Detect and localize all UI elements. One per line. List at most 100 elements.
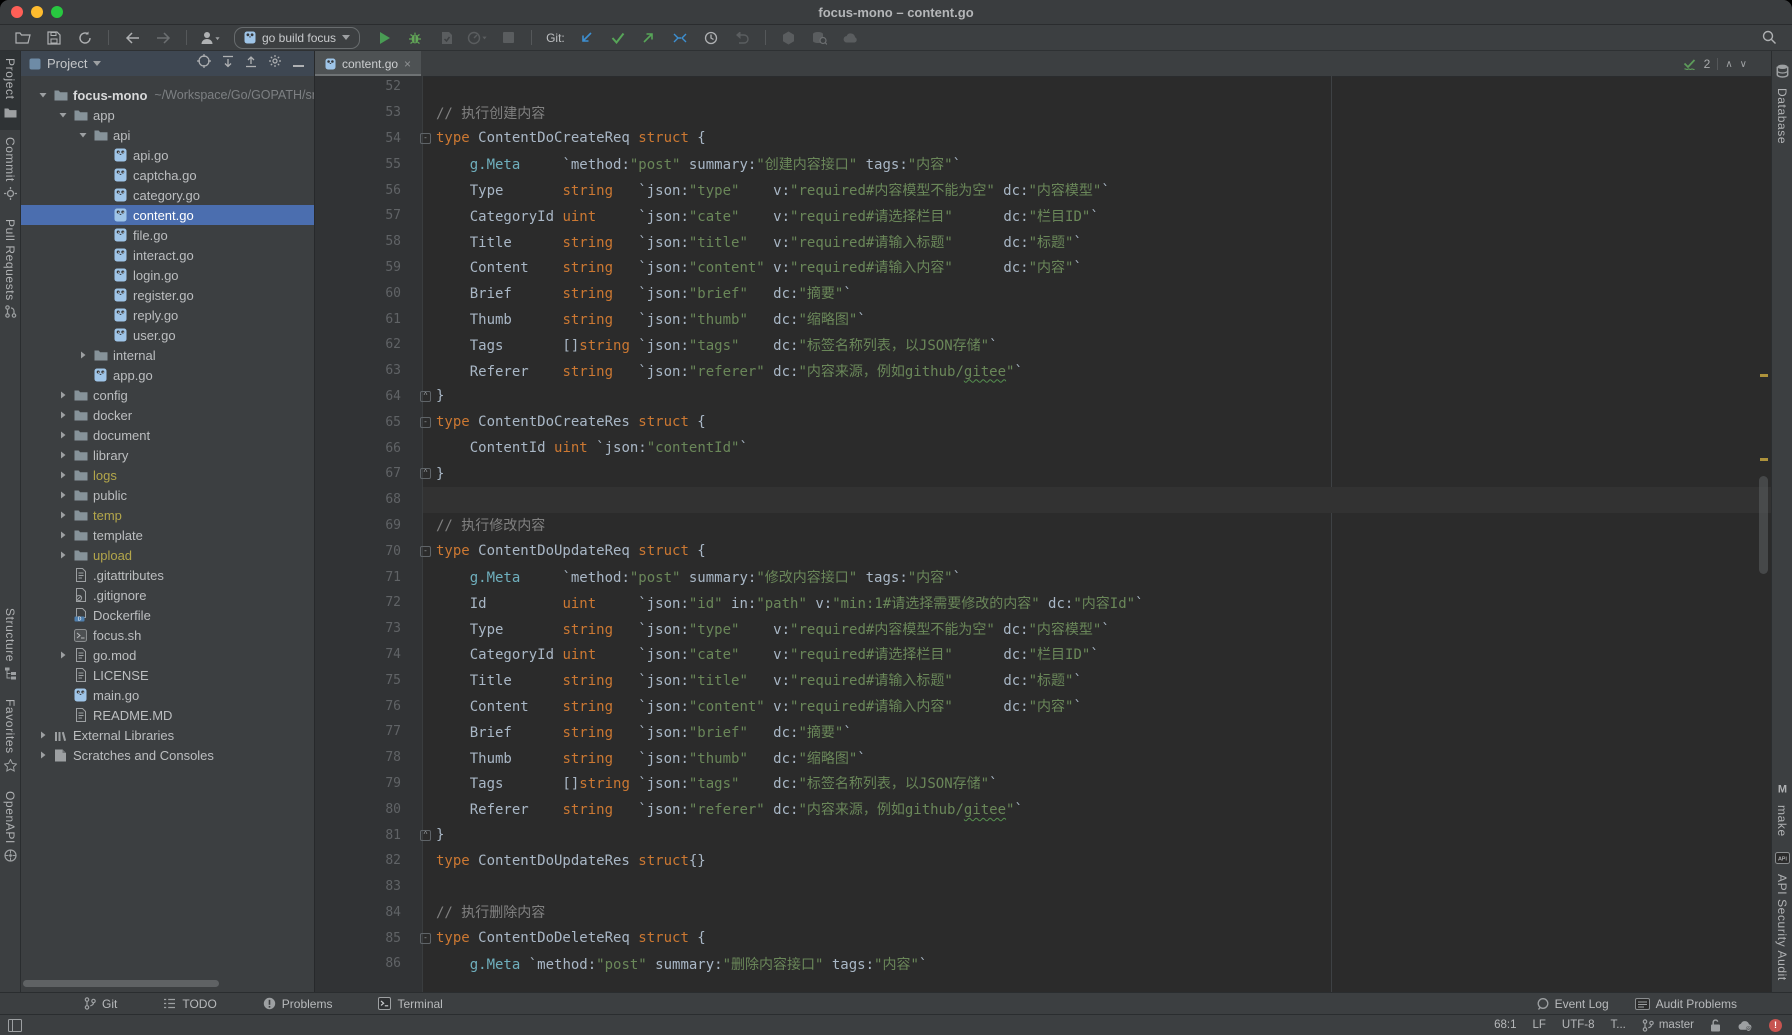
- line-number[interactable]: 60: [315, 286, 415, 301]
- tree-chevron-down-icon[interactable]: [35, 90, 51, 100]
- stripe-button-openapi[interactable]: OpenAPI: [0, 784, 20, 874]
- tree-item-upload[interactable]: upload: [21, 545, 314, 565]
- editor-vertical-scrollbar[interactable]: [1758, 76, 1770, 992]
- tree-item-readme.md[interactable]: README.MD: [21, 705, 314, 725]
- close-tab-icon[interactable]: ×: [404, 58, 411, 70]
- code-line-77[interactable]: 77 Brief string `json:"brief" dc:"摘要"`: [315, 719, 1771, 745]
- vcs-merge-icon[interactable]: [669, 28, 691, 48]
- line-number[interactable]: 53: [315, 105, 415, 120]
- line-number[interactable]: 80: [315, 802, 415, 817]
- line-number[interactable]: 56: [315, 183, 415, 198]
- code-line-71[interactable]: 71 g.Meta `method:"post" summary:"修改内容接口…: [315, 564, 1771, 590]
- open-icon[interactable]: [12, 28, 34, 48]
- stripe-button-make[interactable]: Mmake: [1772, 775, 1792, 844]
- locate-file-icon[interactable]: [197, 54, 211, 73]
- line-number[interactable]: 64: [315, 389, 415, 404]
- line-number[interactable]: 57: [315, 208, 415, 223]
- code-line-52[interactable]: 52: [315, 76, 1771, 100]
- status-caret-position[interactable]: 68:1: [1494, 1019, 1516, 1031]
- code-line-59[interactable]: 59 Content string `json:"content" v:"req…: [315, 255, 1771, 281]
- line-number[interactable]: 70: [315, 544, 415, 559]
- tree-item-scratches-and-consoles[interactable]: Scratches and Consoles: [21, 745, 314, 765]
- tree-item-focus.sh[interactable]: focus.sh: [21, 625, 314, 645]
- tree-item-main.go[interactable]: main.go: [21, 685, 314, 705]
- warning-stripe-mark[interactable]: [1760, 458, 1768, 461]
- code-line-84[interactable]: 84// 执行删除内容: [315, 900, 1771, 926]
- tree-item-external-libraries[interactable]: External Libraries: [21, 725, 314, 745]
- fold-marker-start[interactable]: -: [415, 133, 436, 144]
- database-search-icon[interactable]: [809, 28, 831, 48]
- toolwindow-button-problems[interactable]: Problems: [263, 997, 333, 1011]
- line-number[interactable]: 52: [315, 79, 415, 94]
- minimize-window-button[interactable]: [31, 6, 43, 18]
- fold-marker-end[interactable]: ^: [415, 391, 436, 402]
- code-line-64[interactable]: 64^}: [315, 384, 1771, 410]
- cloud-icon[interactable]: [840, 28, 862, 48]
- status-lock[interactable]: [1710, 1019, 1721, 1032]
- line-number[interactable]: 79: [315, 776, 415, 791]
- expand-all-icon[interactable]: [222, 55, 234, 73]
- toolwindow-button-todo[interactable]: TODO: [163, 997, 216, 1011]
- tree-item-license[interactable]: LICENSE: [21, 665, 314, 685]
- line-number[interactable]: 72: [315, 595, 415, 610]
- user-profile-icon[interactable]: [199, 28, 221, 48]
- inspections-widget[interactable]: 2 ∧ ∨: [1682, 57, 1747, 71]
- search-everywhere-icon[interactable]: [1758, 28, 1780, 48]
- tree-chevron-right-icon[interactable]: [55, 390, 71, 400]
- collapse-all-icon[interactable]: [245, 55, 257, 73]
- code-line-83[interactable]: 83: [315, 874, 1771, 900]
- tree-chevron-right-icon[interactable]: [55, 490, 71, 500]
- code-line-65[interactable]: 65-type ContentDoCreateRes struct {: [315, 409, 1771, 435]
- stripe-button-structure[interactable]: Structure: [0, 601, 20, 692]
- tree-chevron-right-icon[interactable]: [75, 350, 91, 360]
- stripe-button-pull-requests[interactable]: Pull Requests: [0, 212, 20, 331]
- code-line-75[interactable]: 75 Title string `json:"title" v:"require…: [315, 667, 1771, 693]
- code-line-54[interactable]: 54-type ContentDoCreateReq struct {: [315, 126, 1771, 152]
- line-number[interactable]: 83: [315, 879, 415, 894]
- tree-item-public[interactable]: public: [21, 485, 314, 505]
- tree-item-api[interactable]: api: [21, 125, 314, 145]
- tree-item-content.go[interactable]: content.go: [21, 205, 314, 225]
- fold-marker-start[interactable]: -: [415, 417, 436, 428]
- tree-chevron-right-icon[interactable]: [55, 530, 71, 540]
- tree-chevron-down-icon[interactable]: [55, 110, 71, 120]
- profiler-icon[interactable]: [466, 28, 488, 48]
- tree-chevron-right-icon[interactable]: [55, 470, 71, 480]
- tree-item-api.go[interactable]: api.go: [21, 145, 314, 165]
- tree-item-logs[interactable]: logs: [21, 465, 314, 485]
- project-panel-title[interactable]: Project: [47, 56, 87, 71]
- tree-item-internal[interactable]: internal: [21, 345, 314, 365]
- code-line-73[interactable]: 73 Type string `json:"type" v:"required#…: [315, 616, 1771, 642]
- toolwindow-button-event-log[interactable]: Event Log: [1537, 997, 1609, 1011]
- tree-item-file.go[interactable]: file.go: [21, 225, 314, 245]
- tree-chevron-right-icon[interactable]: [55, 430, 71, 440]
- status-line-separator[interactable]: LF: [1532, 1019, 1545, 1031]
- line-number[interactable]: 63: [315, 363, 415, 378]
- tree-item-document[interactable]: document: [21, 425, 314, 445]
- line-number[interactable]: 67: [315, 466, 415, 481]
- line-number[interactable]: 85: [315, 931, 415, 946]
- fold-marker-start[interactable]: -: [415, 546, 436, 557]
- stripe-button-commit[interactable]: Commit: [0, 130, 20, 212]
- code-line-61[interactable]: 61 Thumb string `json:"thumb" dc:"缩略图"`: [315, 306, 1771, 332]
- code-line-74[interactable]: 74 CategoryId uint `json:"cate" v:"requi…: [315, 642, 1771, 668]
- scrollbar-thumb[interactable]: [1759, 476, 1768, 574]
- forward-icon[interactable]: [152, 28, 174, 48]
- toolwindow-button-terminal[interactable]: Terminal: [378, 997, 442, 1011]
- code-line-68[interactable]: 68: [315, 487, 1771, 513]
- tree-item-.gitignore[interactable]: .gitignore: [21, 585, 314, 605]
- back-icon[interactable]: [121, 28, 143, 48]
- code-viewport[interactable]: 5253// 执行创建内容54-type ContentDoCreateReq …: [315, 76, 1771, 992]
- tree-item-captcha.go[interactable]: captcha.go: [21, 165, 314, 185]
- code-line-62[interactable]: 62 Tags []string `json:"tags" dc:"标签名称列表…: [315, 332, 1771, 358]
- hexagon-icon[interactable]: [778, 28, 800, 48]
- line-number[interactable]: 58: [315, 234, 415, 249]
- code-line-79[interactable]: 79 Tags []string `json:"tags" dc:"标签名称列表…: [315, 771, 1771, 797]
- tree-chevron-right-icon[interactable]: [55, 450, 71, 460]
- stripe-button-api-security-audit[interactable]: APIAPI Security Audit: [1772, 844, 1792, 988]
- line-number[interactable]: 65: [315, 415, 415, 430]
- history-icon[interactable]: [700, 28, 722, 48]
- fold-marker-end[interactable]: ^: [415, 468, 436, 479]
- rollback-icon[interactable]: [731, 28, 753, 48]
- line-number[interactable]: 86: [315, 956, 415, 971]
